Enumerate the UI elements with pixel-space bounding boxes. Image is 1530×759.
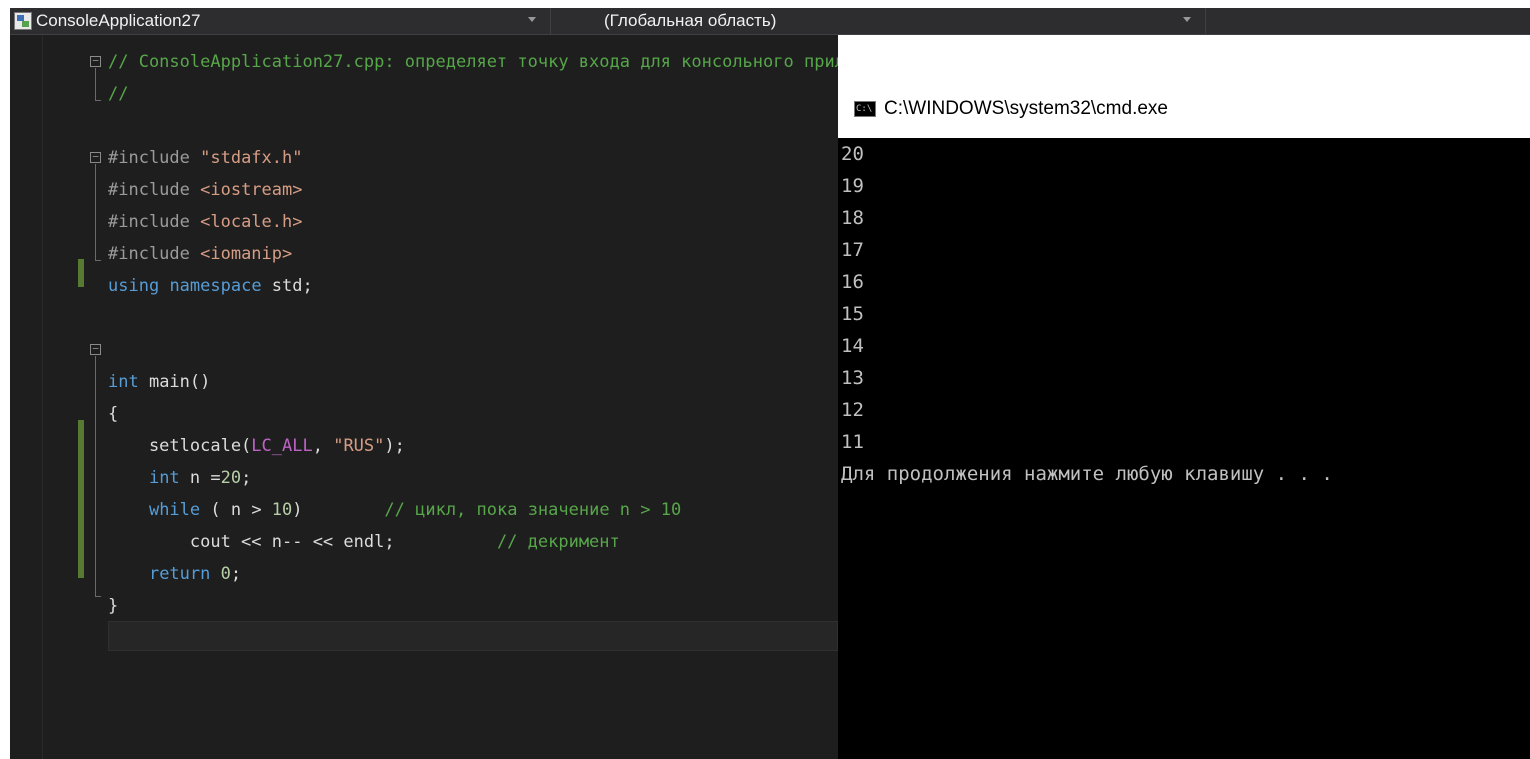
code-line[interactable]: #include <iostream> xyxy=(108,174,302,206)
outline-guide-end xyxy=(95,260,101,261)
code-token: // ConsoleApplication27.cpp: определяет … xyxy=(108,52,838,72)
collapse-toggle[interactable]: − xyxy=(90,151,101,163)
console-output: 20 19 18 17 16 15 14 13 12 11 Для продолжения нажм… xyxy=(841,138,1530,490)
code-line[interactable]: #include <locale.h> xyxy=(108,206,302,238)
project-name: ConsoleApplication27 xyxy=(36,11,201,30)
code-token: #include xyxy=(108,148,201,168)
code-token: #include xyxy=(108,212,201,232)
code-token: n = xyxy=(179,468,221,488)
code-token: main() xyxy=(138,372,211,392)
console-titlebar[interactable]: C:\ C:\WINDOWS\system32\cmd.exe xyxy=(838,80,1530,138)
code-token: std; xyxy=(261,276,313,296)
code-token: <iomanip> xyxy=(200,244,293,264)
console-line: 17 xyxy=(841,239,864,261)
navigation-bar: ConsoleApplication27 (Глобальная область… xyxy=(10,8,1530,35)
change-bar xyxy=(78,420,84,578)
code-token: ( n > xyxy=(200,500,272,520)
code-token: using xyxy=(108,276,160,296)
console-line: 16 xyxy=(841,271,864,293)
console-line: 15 xyxy=(841,303,864,325)
console-line: 18 xyxy=(841,207,864,229)
code-token: ); xyxy=(384,436,405,456)
outline-guide xyxy=(95,164,96,260)
code-token: { xyxy=(108,404,119,424)
outline-guide xyxy=(95,356,96,596)
console-title: C:\WINDOWS\system32\cmd.exe xyxy=(884,98,1168,119)
outline-guide xyxy=(95,68,96,100)
code-line[interactable]: { xyxy=(108,398,118,430)
collapse-toggle[interactable]: − xyxy=(90,55,101,67)
code-line[interactable]: return 0; xyxy=(108,558,241,590)
console-line: 12 xyxy=(841,399,864,421)
current-line-highlight xyxy=(108,621,838,651)
code-token: ) xyxy=(292,500,385,520)
code-token: return xyxy=(148,564,211,584)
code-token: #include xyxy=(108,244,201,264)
code-token: // декримент xyxy=(496,532,620,552)
window-edge xyxy=(0,0,10,759)
screen: ConsoleApplication27 (Глобальная область… xyxy=(0,0,1530,759)
code-token: namespace xyxy=(169,276,262,296)
code-token: ; xyxy=(241,468,252,488)
cmd-icon: C:\ xyxy=(854,101,876,117)
scope-dropdown[interactable]: (Глобальная область) xyxy=(570,8,1206,34)
cpp-project-icon xyxy=(14,12,32,30)
console-line: 19 xyxy=(841,175,864,197)
code-token: int xyxy=(148,468,180,488)
code-token: <iostream> xyxy=(200,180,303,200)
code-line[interactable]: int main() xyxy=(108,366,210,398)
code-token: 0 xyxy=(220,564,231,584)
code-token: LC_ALL xyxy=(251,436,313,456)
code-token: setlocale( xyxy=(108,436,252,456)
code-token: int xyxy=(108,372,139,392)
code-token: ; xyxy=(230,564,242,584)
project-dropdown[interactable]: ConsoleApplication27 xyxy=(10,8,551,34)
console-line: 13 xyxy=(841,367,864,389)
code-token: 20 xyxy=(220,468,242,488)
editor-margin xyxy=(10,35,43,759)
code-line[interactable]: } xyxy=(108,590,118,622)
code-line[interactable]: // ConsoleApplication27.cpp: определяет … xyxy=(108,46,838,78)
code-token: 10 xyxy=(271,500,293,520)
code-line[interactable]: #include "stdafx.h" xyxy=(108,142,302,174)
code-token: "RUS" xyxy=(333,436,385,456)
collapse-toggle[interactable]: − xyxy=(90,343,101,355)
code-token: // цикл, пока значение n > 10 xyxy=(384,500,682,520)
console-line: 20 xyxy=(841,143,864,165)
code-token: while xyxy=(148,500,201,520)
outline-guide-end xyxy=(95,596,101,597)
console-line: 11 xyxy=(841,431,864,453)
code-token: , xyxy=(312,436,334,456)
console-line: Для продолжения нажмите любую клавишу . … xyxy=(841,463,1333,485)
chevron-down-icon[interactable] xyxy=(1183,17,1191,22)
console-line: 14 xyxy=(841,335,864,357)
code-token: } xyxy=(108,596,119,616)
code-token: cout << n-- << endl; xyxy=(108,532,497,552)
code-token: #include xyxy=(108,180,201,200)
scope-name: (Глобальная область) xyxy=(604,11,777,30)
chevron-down-icon[interactable] xyxy=(528,17,536,22)
code-line[interactable]: using namespace std; xyxy=(108,270,313,302)
code-token: "stdafx.h" xyxy=(200,148,303,168)
code-line[interactable]: #include <iomanip> xyxy=(108,238,292,270)
code-line[interactable]: while ( n > 10) // цикл, пока значение n… xyxy=(108,494,681,526)
code-line[interactable]: cout << n-- << endl; // декримент xyxy=(108,526,620,558)
code-line[interactable]: int n =20; xyxy=(108,462,251,494)
code-token: <locale.h> xyxy=(200,212,303,232)
outline-guide-end xyxy=(95,100,101,101)
code-editor[interactable]: − − − // ConsoleApplication27.cpp: опред… xyxy=(10,35,838,759)
code-line[interactable]: setlocale(LC_ALL, "RUS"); xyxy=(108,430,405,462)
code-line[interactable]: // xyxy=(108,78,128,110)
change-bar xyxy=(78,259,84,287)
code-token: // xyxy=(108,84,129,104)
console-window[interactable]: C:\ C:\WINDOWS\system32\cmd.exe 20 19 18 17… xyxy=(838,80,1530,759)
